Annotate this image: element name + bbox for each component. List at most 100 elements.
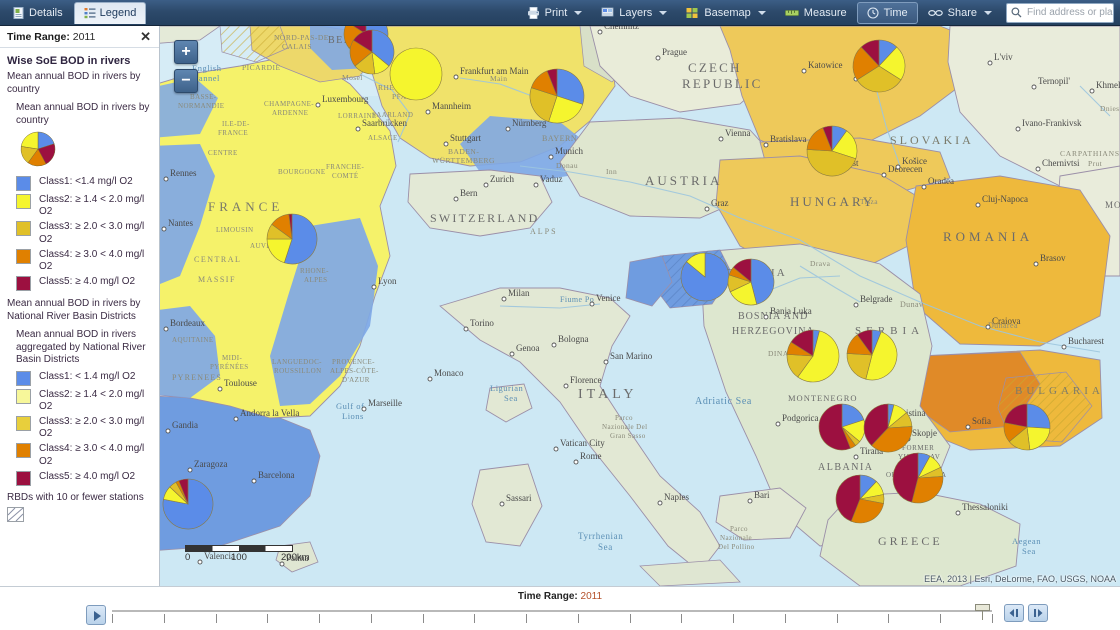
map-label: MIDI- xyxy=(222,354,243,362)
legend-label-rbd-class2: Class2: ≥ 1.4 < 2.0 mg/l O2 xyxy=(39,388,145,412)
map-city-label: Bari xyxy=(754,490,770,500)
pie-chart-bosnia[interactable] xyxy=(786,329,840,383)
tab-details[interactable]: Details xyxy=(4,2,72,24)
map-city-label: Vatican City xyxy=(560,438,605,448)
time-previous-button[interactable] xyxy=(1004,604,1024,622)
search-box[interactable] xyxy=(1006,2,1114,23)
legend-item-rbd-class4: Class4: ≥ 3.0 < 4.0 mg/l O2 xyxy=(16,443,152,467)
map-city-label: Bern xyxy=(460,188,478,198)
time-slider-track[interactable] xyxy=(112,610,993,623)
map-city-label: Banja Luka xyxy=(770,306,812,316)
basemap-button[interactable]: Basemap xyxy=(677,2,774,24)
layer-1-block: Mean annual BOD in rivers by country Cla… xyxy=(7,102,152,292)
printer-icon xyxy=(527,6,540,19)
print-button[interactable]: Print xyxy=(518,2,592,24)
map-city-label: Chernivtsi xyxy=(1042,158,1080,168)
map-city-label: Munich xyxy=(555,146,583,156)
pie-chart-luxembourg[interactable] xyxy=(389,47,443,101)
pie-chart-montenegro[interactable] xyxy=(818,403,866,451)
map-city-label: Skopje xyxy=(912,428,937,438)
legend-icon xyxy=(84,7,96,19)
share-button[interactable]: Share xyxy=(919,2,1001,24)
map-city-label: Marseille xyxy=(368,398,402,408)
pie-chart-belgium[interactable] xyxy=(349,29,395,75)
close-icon[interactable]: ✕ xyxy=(138,30,153,43)
play-button[interactable] xyxy=(86,605,106,625)
pie-chart-kosovo[interactable] xyxy=(863,403,913,453)
pie-slice xyxy=(389,47,443,101)
layers-label: Layers xyxy=(619,6,653,19)
tab-legend[interactable]: Legend xyxy=(73,1,147,24)
map-label: ITALY xyxy=(578,387,637,402)
pie-chart-serbia[interactable] xyxy=(846,329,898,381)
time-next-button[interactable] xyxy=(1028,604,1048,622)
map-label: MASSIF xyxy=(198,275,236,284)
layers-button[interactable]: Layers xyxy=(592,2,676,24)
time-slider-tick xyxy=(733,614,735,623)
map-label: BOURGOGNE xyxy=(278,168,326,176)
panel-time-range-value: 2011 xyxy=(72,30,96,43)
map-label: FRANCE xyxy=(208,199,283,214)
time-slider-tick xyxy=(215,614,217,623)
measure-button[interactable]: Measure xyxy=(776,2,856,24)
legend-label-class4: Class4: ≥ 3.0 < 4.0 mg/l O2 xyxy=(39,248,145,272)
map-label: SWITZERLAND xyxy=(430,211,540,225)
play-icon xyxy=(94,611,101,621)
time-slider-thumb[interactable] xyxy=(975,604,991,621)
pie-chart-albania[interactable] xyxy=(835,474,885,524)
legend-item-class1: Class1: <1.4 mg/l O2 xyxy=(16,176,152,191)
time-button[interactable]: Time xyxy=(856,1,918,24)
legend-item-rbd-class1: Class1: < 1.4 mg/l O2 xyxy=(16,370,152,386)
pie-chart-slovenia[interactable] xyxy=(680,252,730,302)
pie-chart-bulgaria[interactable] xyxy=(1003,403,1051,451)
map-label: WÜRTTEMBERG xyxy=(432,156,495,165)
time-slider-tick xyxy=(163,614,165,623)
time-slider-tick xyxy=(940,614,942,623)
step-back-icon xyxy=(1009,609,1018,617)
pie-chart-spain[interactable] xyxy=(162,478,214,530)
step-forward-icon xyxy=(1034,609,1043,617)
map-city-label: Nantes xyxy=(168,218,193,228)
legend-title: Wise SoE BOD in rivers xyxy=(7,55,131,67)
tab-details-label: Details xyxy=(29,6,63,19)
map-label: PYRENEES xyxy=(172,373,222,382)
map-label: Sea xyxy=(504,393,518,403)
map-city-label: Barcelona xyxy=(258,470,294,480)
map-city-label: Zurich xyxy=(490,174,514,184)
pie-chart-croatia[interactable] xyxy=(727,258,775,306)
zoom-in-button[interactable]: + xyxy=(174,40,198,64)
layers-icon xyxy=(601,7,614,19)
pie-chart-macedonia[interactable] xyxy=(892,452,944,504)
pie-chart-slovakia[interactable] xyxy=(806,125,858,177)
map-label: ALPS xyxy=(530,227,558,236)
map-label: CHAMPAGNE- xyxy=(264,100,314,108)
map-city-label: Frankfurt am Main xyxy=(460,66,529,76)
map-city-label: L'viv xyxy=(994,52,1013,62)
map-canvas[interactable]: CZECH REPUBLIC SLOVAKIA HUNGARY AUSTRIA SWITZ… xyxy=(160,26,1120,586)
legend-item-class4: Class4: ≥ 3.0 < 4.0 mg/l O2 xyxy=(16,248,152,273)
map-city-label: Belgrade xyxy=(860,294,892,304)
map-label: ALPES-CÔTE- xyxy=(330,367,379,375)
pie-chart-germany[interactable] xyxy=(529,68,585,124)
search-icon xyxy=(1011,7,1022,18)
legend-swatch-rbd-class4 xyxy=(16,443,31,459)
time-slider-tick xyxy=(526,614,528,623)
map-label: Inn xyxy=(606,167,617,176)
map-label: CZECH xyxy=(688,60,742,75)
time-label: Time xyxy=(883,6,908,19)
map-label: Parco xyxy=(730,525,748,533)
search-input[interactable] xyxy=(1027,7,1113,18)
map-city-label: Bologna xyxy=(558,334,589,344)
map-city-label: Saarbrücken xyxy=(362,118,407,128)
map-label: Tyrrhenian xyxy=(578,531,623,541)
map-city-label: Toulouse xyxy=(224,378,257,388)
time-slider-label-text: Time Range: xyxy=(517,591,578,602)
pie-chart-poland[interactable] xyxy=(852,39,906,93)
pie-chart-france[interactable] xyxy=(266,213,318,265)
panel-time-range: Time Range: 2011 xyxy=(7,31,95,43)
scale-bar: 0 100 200km xyxy=(185,545,315,564)
zoom-out-button[interactable]: − xyxy=(174,69,198,93)
map-city-label: Košice xyxy=(902,156,927,166)
map-label: CENTRE xyxy=(208,149,238,157)
legend-swatch-rbd-class5 xyxy=(16,470,31,486)
